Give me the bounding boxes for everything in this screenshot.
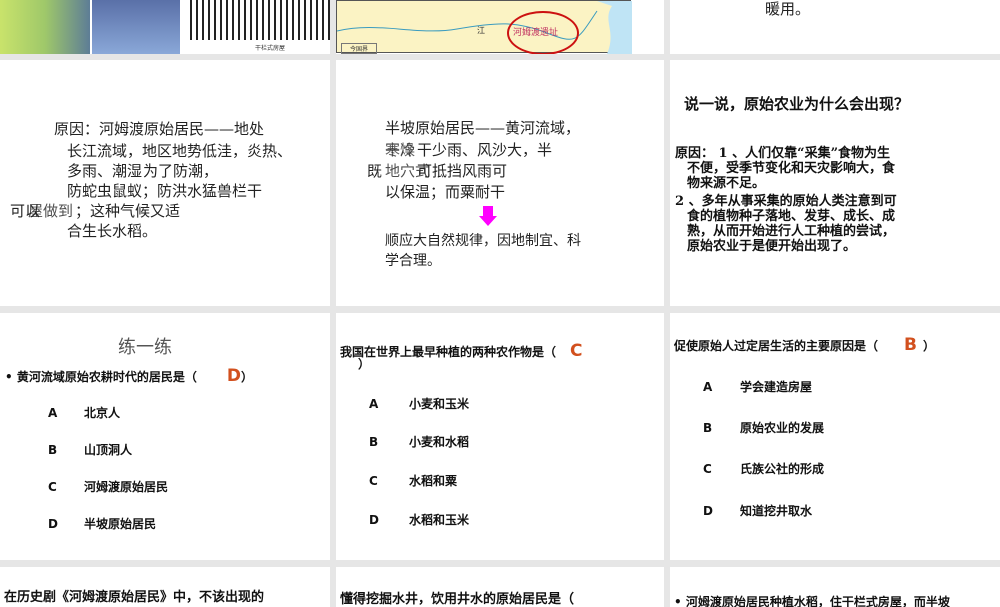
question-text: 黄河流域原始农耕时代的居民是（ bbox=[16, 370, 197, 384]
option-a: A 小麦和玉米 bbox=[369, 397, 470, 411]
site-label: 河姆渡遗址 bbox=[513, 28, 559, 38]
image-caption: 干栏式房屋 bbox=[255, 45, 286, 52]
question: 促使原始人过定居生活的主要原因是（ B ） bbox=[674, 335, 935, 355]
hut-image bbox=[0, 0, 90, 54]
slide-thumbnail-3[interactable]: 暖用。 bbox=[670, 0, 1000, 54]
slide-text: 懂得挖掘水井，饮用井水的原始居民是（ bbox=[340, 592, 575, 607]
option-d: D 半坡原始居民 bbox=[48, 517, 157, 531]
text-line: 屋做到 bbox=[28, 202, 74, 220]
question-text: 我国在世界上最早种植的两种农作物是（ bbox=[340, 345, 557, 359]
stilt-house-image bbox=[190, 0, 330, 40]
text-line: 原因：河姆渡原始居民——地处 bbox=[54, 120, 265, 138]
slide-thumbnail-1[interactable]: 干栏式房屋 bbox=[0, 0, 330, 54]
question: 我国在世界上最早种植的两种农作物是（ C bbox=[340, 341, 583, 361]
text-line: ；这种气候又适 bbox=[75, 202, 181, 220]
option-a: A 北京人 bbox=[48, 406, 121, 420]
slide-text: 暖用。 bbox=[765, 0, 811, 18]
slide-thumbnail-5[interactable]: 半坡原始居民——黄河流域， 寒冷 干燥 干少雨、风沙大，半 既 地穴式 可抵挡风… bbox=[336, 60, 664, 306]
slide-thumbnail-8[interactable]: 我国在世界上最早种植的两种农作物是（ C ） A 小麦和玉米 B 小麦和水稻 C 水稻和… bbox=[336, 313, 664, 560]
option-d: D 知道挖井取水 bbox=[703, 504, 813, 518]
river-label: 江 bbox=[477, 26, 485, 35]
text-line: 干燥 bbox=[385, 141, 416, 159]
map-image: 江 河姆渡遗址 今国界 bbox=[336, 0, 632, 54]
text-line: 半坡原始居民——黄河流域， bbox=[385, 119, 581, 137]
bracket: ） bbox=[241, 370, 254, 384]
map-legend: 今国界 bbox=[341, 43, 378, 54]
text-line: 学合理。 bbox=[385, 253, 441, 269]
option-b: B 原始农业的发展 bbox=[703, 421, 825, 435]
text-line: 防蛇虫鼠蚁；防洪水猛兽栏干 bbox=[67, 182, 263, 200]
text-line: 顺应大自然规律，因地制宜、科 bbox=[385, 233, 581, 249]
question: • 黄河流域原始农耕时代的居民是（ D） bbox=[5, 366, 254, 386]
option-d: D 水稻和玉米 bbox=[369, 513, 470, 527]
text-line: 干少雨、风沙大，半 bbox=[417, 141, 553, 159]
question-text: 促使原始人过定居生活的主要原因是（ bbox=[674, 339, 879, 353]
slide-title: 说一说，原始农业为什么会出现？ bbox=[684, 95, 910, 113]
slide-title: 练一练 bbox=[118, 337, 172, 358]
slide-thumbnail-11[interactable]: 懂得挖掘水井，饮用井水的原始居民是（ bbox=[336, 567, 664, 607]
slide-thumbnail-12[interactable]: • 河姆渡原始居民种植水稻，住干栏式房屋，而半坡 bbox=[670, 567, 1000, 607]
option-c: C 氏族公社的形成 bbox=[703, 462, 825, 476]
option-b: B 小麦和水稻 bbox=[369, 435, 470, 449]
slide-thumbnail-10[interactable]: 在历史剧《河姆渡原始居民》中，不该出现的 bbox=[0, 567, 330, 607]
text-line: 物来源不足。 bbox=[687, 176, 766, 191]
answer-mark: C bbox=[570, 341, 583, 361]
slide-thumbnail-6[interactable]: 说一说，原始农业为什么会出现？ 原因： 1 、人们仅靠“采集”食物为生 不便，受… bbox=[670, 60, 1000, 306]
text-line: 既 bbox=[367, 162, 383, 180]
bracket: ） bbox=[922, 339, 935, 353]
slide-thumbnail-9[interactable]: 促使原始人过定居生活的主要原因是（ B ） A 学会建造房屋 B 原始农业的发展 C 氏族… bbox=[670, 313, 1000, 560]
answer-mark: D bbox=[226, 366, 241, 386]
text-line: 以保温；而粟耐干 bbox=[385, 183, 506, 201]
text-line: 长江流域，地区地势低洼，炎热、 bbox=[67, 142, 293, 160]
pit-house-image bbox=[92, 0, 180, 54]
text-line: 原始农业于是便开始出现了。 bbox=[687, 239, 857, 254]
text-line: 多雨、潮湿 bbox=[67, 162, 143, 180]
slide-thumbnail-7[interactable]: 练一练 • 黄河流域原始农耕时代的居民是（ D） A 北京人 B 山顶洞人 C 河姆渡原… bbox=[0, 313, 330, 560]
text-line: 可抵挡风雨可 bbox=[417, 162, 508, 180]
slide-text: 在历史剧《河姆渡原始居民》中，不该出现的 bbox=[4, 590, 265, 605]
bracket: ） bbox=[358, 357, 371, 371]
option-c: C 水稻和粟 bbox=[369, 474, 458, 488]
slide-thumbnail-4[interactable]: 原因：河姆渡原始居民——地处 长江流域，地区地势低洼，炎热、 多雨、潮湿 为了防… bbox=[0, 60, 330, 306]
option-c: C 河姆渡原始居民 bbox=[48, 480, 169, 494]
slide-text: • 河姆渡原始居民种植水稻，住干栏式房屋，而半坡 bbox=[674, 595, 950, 607]
arrow-down-icon bbox=[479, 206, 497, 226]
text-line: 合生长水稻。 bbox=[67, 222, 158, 240]
text-line: 为了防潮， bbox=[143, 162, 219, 180]
slide-thumbnail-2[interactable]: 江 河姆渡遗址 今国界 bbox=[336, 0, 664, 54]
option-b: B 山顶洞人 bbox=[48, 443, 133, 457]
option-a: A 学会建造房屋 bbox=[703, 380, 813, 394]
answer-mark: B bbox=[904, 335, 917, 355]
